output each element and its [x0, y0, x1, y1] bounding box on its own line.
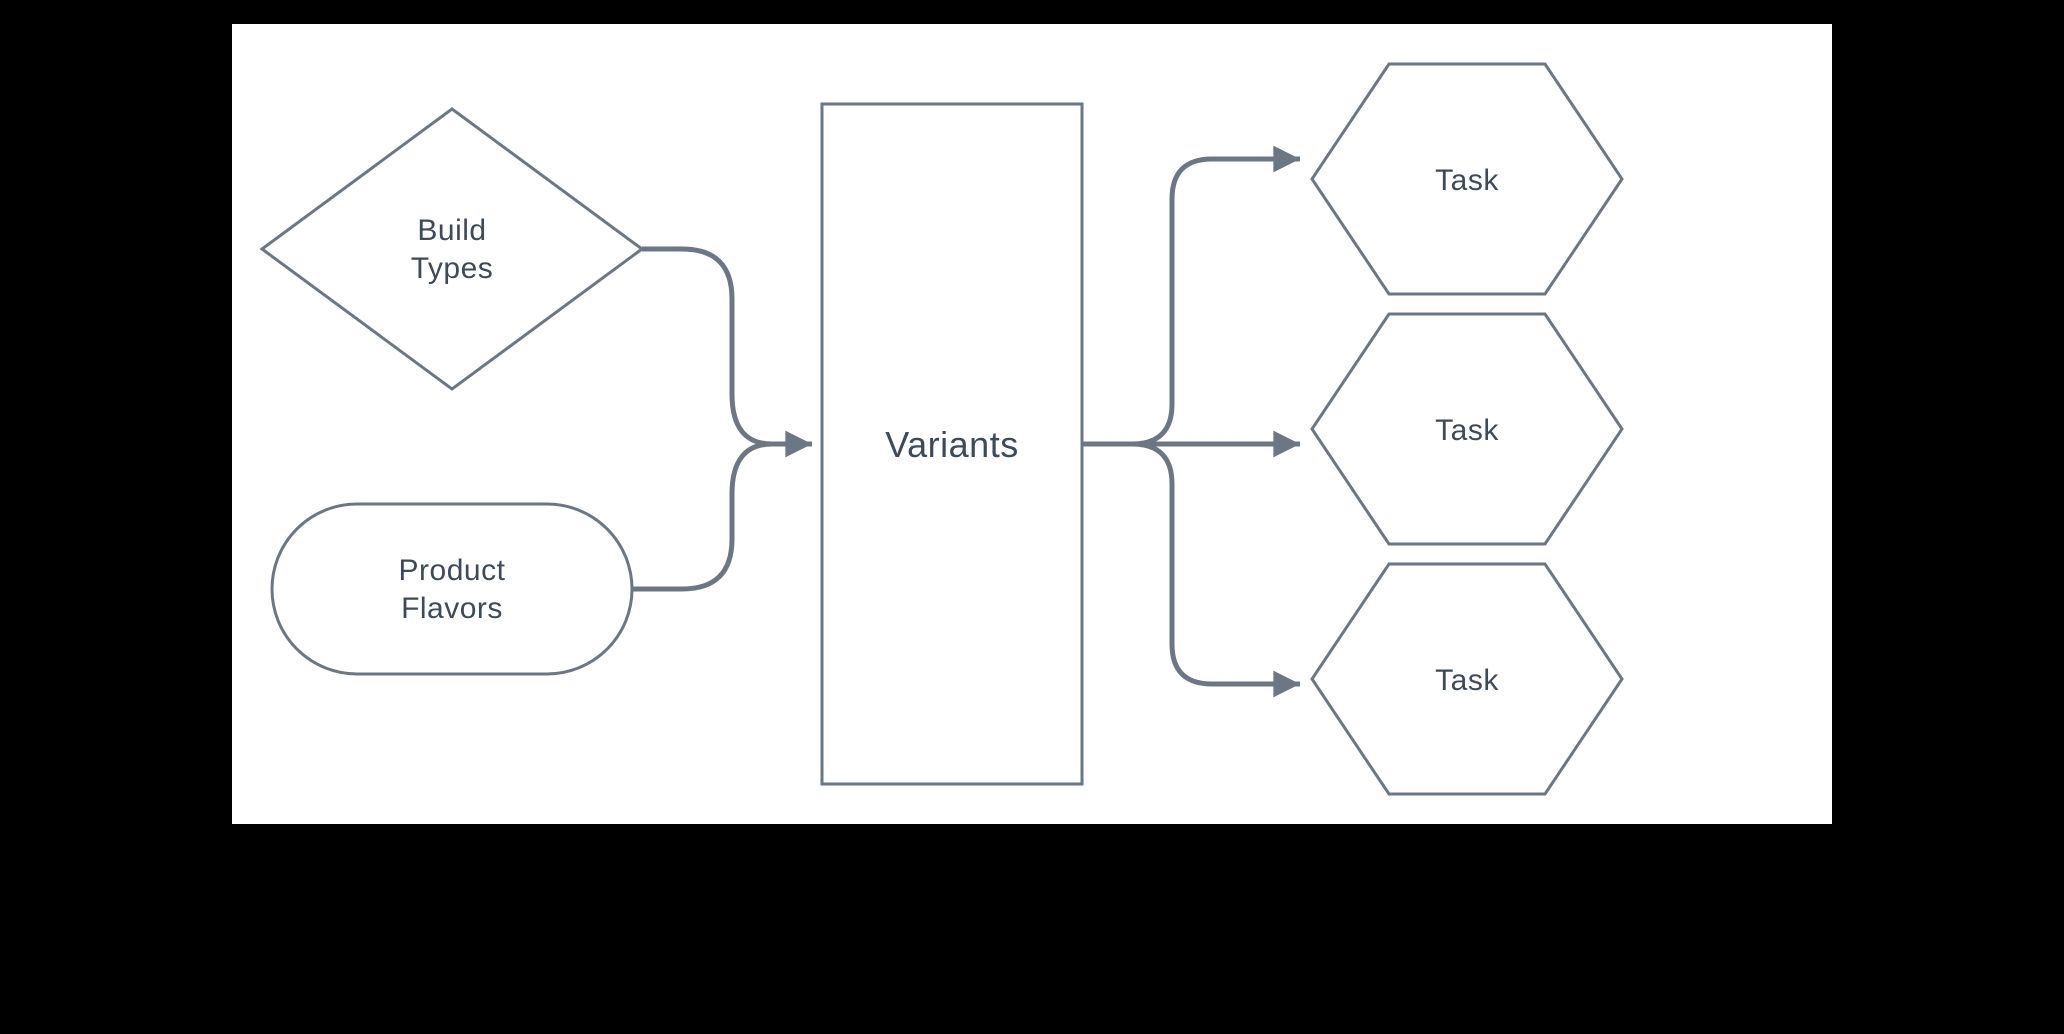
build-types-line2: Types [411, 252, 494, 285]
variants-label: Variants [822, 422, 1082, 467]
product-flavors-line1: Product [399, 554, 506, 587]
edge-variants-to-task-top [1082, 159, 1300, 444]
build-types-label: Build Types [352, 212, 552, 287]
product-flavors-line2: Flavors [401, 592, 503, 625]
task-bot-label: Task [1362, 662, 1572, 700]
edge-variants-to-task-bot [1082, 444, 1300, 684]
product-flavors-label: Product Flavors [332, 552, 572, 627]
build-types-line1: Build [417, 214, 486, 247]
task-top-label: Task [1362, 162, 1572, 200]
edge-build-types-to-variants [642, 249, 812, 444]
task-mid-label: Task [1362, 412, 1572, 450]
edge-product-flavors-to-variants [632, 444, 812, 589]
diagram-canvas: Build Types Product Flavors Variants Tas… [232, 24, 1832, 824]
